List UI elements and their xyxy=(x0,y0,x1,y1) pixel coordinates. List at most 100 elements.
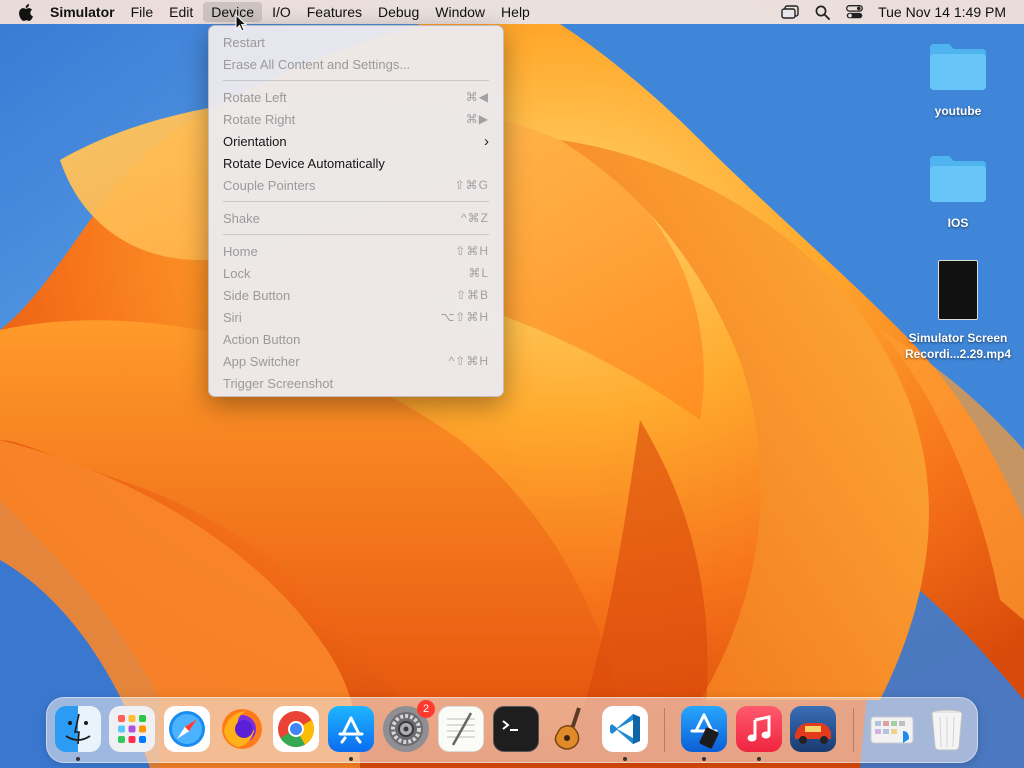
menu-bar-extras: Tue Nov 14 1:49 PM xyxy=(774,0,1024,24)
apple-menu-icon[interactable] xyxy=(14,0,36,24)
dock-launchpad[interactable] xyxy=(109,706,155,752)
menu-item-label: Orientation xyxy=(223,133,287,149)
race-car-icon xyxy=(795,723,831,744)
desktop-file-simulator-recording[interactable]: Simulator Screen Recordi...2.29.mp4 xyxy=(898,260,1018,362)
menu-item-home: Home ⇧⌘H xyxy=(209,240,503,262)
control-center-icon[interactable] xyxy=(838,0,870,24)
menu-io[interactable]: I/O xyxy=(264,0,299,24)
menu-window[interactable]: Window xyxy=(427,0,493,24)
running-indicator xyxy=(702,757,706,761)
menu-item-label: Trigger Screenshot xyxy=(223,375,334,391)
dock-garageband[interactable] xyxy=(548,706,594,752)
app-store-icon xyxy=(338,716,364,744)
menu-item-couple-pointers: Couple Pointers ⇧⌘G xyxy=(209,174,503,196)
terminal-icon xyxy=(502,720,518,731)
desktop-icon-label-line2: Recordi...2.29.mp4 xyxy=(904,347,1012,361)
dock: 2 xyxy=(46,697,978,763)
folder-icon xyxy=(930,44,986,90)
desktop-wallpaper xyxy=(0,0,1024,768)
dock-racing-game[interactable] xyxy=(790,706,836,752)
simulator-icon xyxy=(690,713,719,749)
downloads-stack-icon xyxy=(870,716,914,744)
dock-vscode[interactable] xyxy=(602,706,648,752)
dock-system-settings[interactable]: 2 xyxy=(383,700,435,752)
menu-item-shortcut: ⌘◀ xyxy=(465,90,489,104)
menu-item-label: Lock xyxy=(223,265,251,281)
menu-item-shortcut: ^⇧⌘H xyxy=(448,354,489,368)
menu-item-orientation[interactable]: Orientation › xyxy=(209,130,503,152)
menu-bar: Simulator File Edit Device I/O Features … xyxy=(0,0,1024,24)
app-menu-simulator[interactable]: Simulator xyxy=(42,0,123,24)
menu-item-shortcut: ⌘L xyxy=(468,266,489,280)
dock-safari[interactable] xyxy=(164,706,210,752)
menu-features[interactable]: Features xyxy=(299,0,370,24)
stage-manager-icon[interactable] xyxy=(774,0,806,24)
menu-item-label: Home xyxy=(223,243,258,259)
notification-badge: 2 xyxy=(417,700,435,718)
menu-item-side-button: Side Button ⇧⌘B xyxy=(209,284,503,306)
menu-separator xyxy=(223,234,489,235)
vscode-icon xyxy=(610,714,640,744)
menu-item-label: Couple Pointers xyxy=(223,177,316,193)
menu-item-lock: Lock ⌘L xyxy=(209,262,503,284)
chrome-icon xyxy=(278,711,315,748)
trash-icon xyxy=(931,709,963,751)
dock-textedit[interactable] xyxy=(438,706,484,752)
menu-item-rotate-left: Rotate Left ⌘◀ xyxy=(209,86,503,108)
menu-item-shortcut: ⇧⌘H xyxy=(455,244,489,258)
dock-finder[interactable] xyxy=(55,706,101,752)
dock-separator xyxy=(664,708,665,752)
menu-item-erase-all-content: Erase All Content and Settings... xyxy=(209,53,503,75)
finder-icon xyxy=(65,713,91,745)
firefox-icon xyxy=(222,709,262,749)
desktop-folder-ios[interactable]: IOS xyxy=(898,152,1018,231)
menu-item-rotate-device-automatically[interactable]: Rotate Device Automatically xyxy=(209,152,503,174)
menu-item-label: Restart xyxy=(223,34,265,50)
menu-file[interactable]: File xyxy=(123,0,162,24)
menu-item-label: Rotate Device Automatically xyxy=(223,155,385,171)
running-indicator xyxy=(76,757,80,761)
menu-item-action-button: Action Button xyxy=(209,328,503,350)
dock-terminal[interactable] xyxy=(493,706,539,752)
mouse-cursor-icon xyxy=(235,14,247,32)
dock-firefox[interactable] xyxy=(219,706,265,752)
menu-item-label: Rotate Left xyxy=(223,89,287,105)
dock-simulator[interactable] xyxy=(681,706,727,752)
menu-item-trigger-screenshot: Trigger Screenshot xyxy=(209,372,503,394)
textedit-document-icon xyxy=(447,712,475,746)
menu-device[interactable]: Device xyxy=(203,2,263,22)
menu-bar-clock[interactable]: Tue Nov 14 1:49 PM xyxy=(870,4,1024,20)
dock-trash[interactable] xyxy=(924,706,970,752)
menu-item-label: Shake xyxy=(223,210,260,226)
dock-app-store[interactable] xyxy=(328,706,374,752)
menu-edit[interactable]: Edit xyxy=(161,0,201,24)
running-indicator xyxy=(623,757,627,761)
menu-item-label: App Switcher xyxy=(223,353,300,369)
device-menu-dropdown: Restart Erase All Content and Settings..… xyxy=(208,25,504,397)
desktop-icon-label: IOS xyxy=(947,216,969,230)
desktop-icon-label-line1: Simulator Screen xyxy=(908,331,1008,345)
menu-separator xyxy=(223,80,489,81)
menu-item-shake: Shake ^⌘Z xyxy=(209,207,503,229)
chevron-right-icon: › xyxy=(484,132,489,150)
dock-chrome[interactable] xyxy=(273,706,319,752)
desktop-icon-label: youtube xyxy=(934,104,982,118)
folder-icon xyxy=(930,156,986,202)
menu-item-app-switcher: App Switcher ^⇧⌘H xyxy=(209,350,503,372)
safari-compass-icon xyxy=(169,711,205,747)
menu-item-label: Siri xyxy=(223,309,242,325)
desktop-folder-youtube[interactable]: youtube xyxy=(898,40,1018,119)
menu-item-label: Side Button xyxy=(223,287,291,303)
launchpad-icon xyxy=(118,715,146,743)
dock-separator xyxy=(853,708,854,752)
menu-item-shortcut: ⌥⇧⌘H xyxy=(440,310,489,324)
menu-help[interactable]: Help xyxy=(493,0,538,24)
menu-debug[interactable]: Debug xyxy=(370,0,427,24)
menu-item-siri: Siri ⌥⇧⌘H xyxy=(209,306,503,328)
dock-downloads-stack[interactable] xyxy=(869,706,915,752)
dock-music[interactable] xyxy=(736,706,782,752)
spotlight-search-icon[interactable] xyxy=(806,0,838,24)
menu-item-label: Rotate Right xyxy=(223,111,296,127)
video-file-thumbnail-icon xyxy=(938,260,978,320)
music-note-icon xyxy=(747,715,771,742)
